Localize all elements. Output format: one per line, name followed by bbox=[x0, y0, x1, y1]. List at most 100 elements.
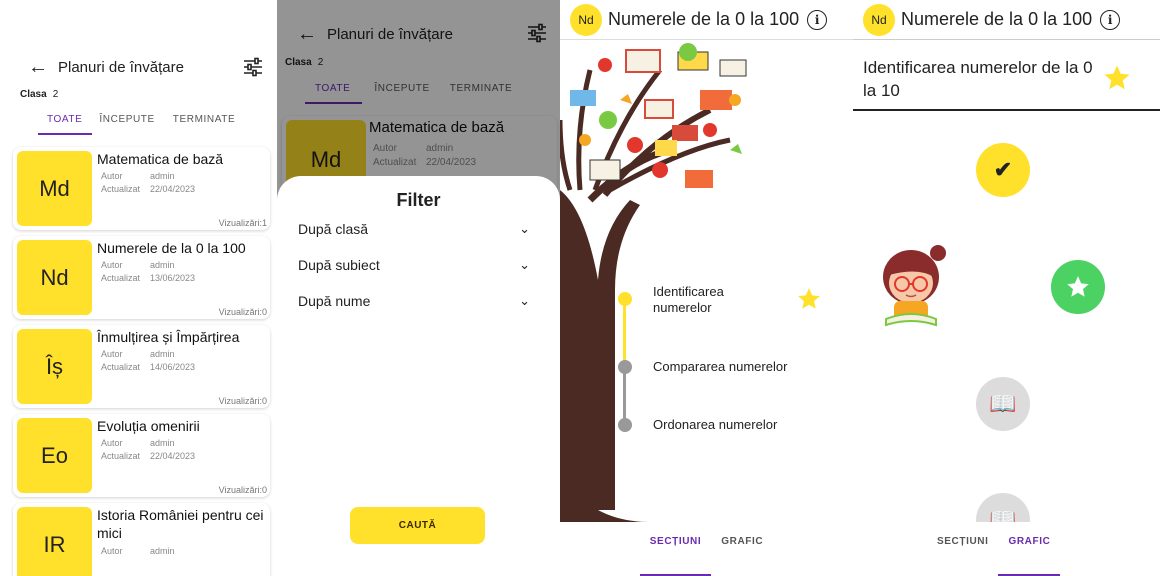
plan-card[interactable]: IR Istoria României pentru cei mici Auto… bbox=[13, 503, 270, 576]
section-dot-active bbox=[618, 292, 632, 306]
completed-node[interactable]: ✔ bbox=[976, 143, 1030, 197]
updated-value: 14/06/2023 bbox=[150, 362, 196, 372]
author-label: Autor bbox=[101, 260, 123, 270]
tab-toate[interactable]: TOATE bbox=[38, 114, 93, 135]
filter-by-class[interactable]: După clasă ⌄ bbox=[298, 221, 530, 237]
plan-updated: Actualizat 14/06/2023 bbox=[101, 362, 195, 372]
plan-thumbnail: Nd bbox=[17, 240, 92, 315]
chevron-down-icon: ⌄ bbox=[519, 221, 530, 236]
author-value: admin bbox=[150, 546, 175, 556]
plan-thumbnail: IR bbox=[17, 507, 92, 576]
plan-updated: Actualizat 13/06/2023 bbox=[101, 273, 195, 283]
plan-title: Înmulțirea și Împărțirea bbox=[97, 329, 240, 345]
plan-title: Numerele de la 0 la 100 bbox=[97, 240, 246, 256]
tab-grafic[interactable]: GRAFIC bbox=[998, 522, 1061, 576]
plan-updated: Actualizat 22/04/2023 bbox=[101, 451, 195, 461]
plan-title: Numerele de la 0 la 100 bbox=[608, 9, 800, 29]
tree-illustration bbox=[560, 40, 853, 522]
plan-author: Autor admin bbox=[101, 349, 175, 359]
book-icon: 📖 bbox=[989, 391, 1017, 416]
filter-by-name[interactable]: După nume ⌄ bbox=[298, 293, 530, 309]
filter-label: După subiect bbox=[298, 257, 380, 273]
updated-label: Actualizat bbox=[101, 184, 141, 194]
author-label: Autor bbox=[101, 438, 123, 448]
plan-card[interactable]: Eo Evoluția omenirii Autor admin Actualiz… bbox=[13, 414, 270, 497]
plan-author: Autor admin bbox=[101, 171, 175, 181]
search-button[interactable]: CAUTĂ bbox=[350, 507, 485, 544]
info-icon[interactable]: i bbox=[1100, 9, 1121, 30]
plan-title: Evoluția omenirii bbox=[97, 418, 200, 434]
class-indicator: Clasa 2 bbox=[20, 89, 58, 100]
section-dot bbox=[618, 418, 632, 432]
plan-tabs: TOATE ÎNCEPUTE TERMINATE bbox=[38, 114, 235, 135]
tab-sectiuni[interactable]: SECȚIUNI bbox=[927, 522, 998, 576]
updated-label: Actualizat bbox=[101, 273, 141, 283]
info-icon[interactable]: i bbox=[807, 9, 828, 30]
back-arrow-icon[interactable]: ← bbox=[28, 57, 48, 77]
bottom-tabs: SECȚIUNI GRAFIC bbox=[560, 522, 853, 576]
author-value: admin bbox=[150, 349, 175, 359]
section-item-ordonarea[interactable]: Ordonarea numerelor bbox=[653, 417, 777, 433]
filter-bottom-sheet: Filter După clasă ⌄ După subiect ⌄ După … bbox=[277, 176, 560, 576]
plan-badge: Nd bbox=[863, 3, 895, 36]
app-header: Nd Numerele de la 0 la 100 i bbox=[853, 0, 1160, 40]
sections-screen: Nd Numerele de la 0 la 100 i Identificar… bbox=[560, 0, 853, 576]
plan-thumbnail: Md bbox=[17, 151, 92, 226]
timeline-progress bbox=[623, 298, 626, 368]
updated-value: 13/06/2023 bbox=[150, 273, 196, 283]
plan-thumbnail: Îș bbox=[17, 329, 92, 404]
author-value: admin bbox=[150, 438, 175, 448]
filter-label: După clasă bbox=[298, 221, 369, 237]
plan-title: Istoria României pentru cei mici bbox=[97, 507, 264, 541]
plan-title: Numerele de la 0 la 100 bbox=[901, 9, 1093, 29]
filter-label: După nume bbox=[298, 293, 371, 309]
app-header: Nd Numerele de la 0 la 100 i bbox=[560, 0, 853, 40]
current-node[interactable] bbox=[1051, 260, 1105, 314]
filter-by-subject[interactable]: După subiect ⌄ bbox=[298, 257, 530, 273]
graph-screen: Nd Numerele de la 0 la 100 i Identificar… bbox=[853, 0, 1160, 576]
plan-views: Vizualizări:1 bbox=[218, 218, 267, 228]
plan-updated: Actualizat 22/04/2023 bbox=[101, 184, 195, 194]
plan-author: Autor admin bbox=[101, 438, 175, 448]
check-icon: ✔ bbox=[993, 157, 1013, 182]
book-tree-illustration bbox=[560, 43, 747, 522]
tab-terminate[interactable]: TERMINATE bbox=[173, 114, 235, 135]
author-label: Autor bbox=[101, 349, 123, 359]
plan-card[interactable]: Md Matematica de bază Autor admin Actuali… bbox=[13, 147, 270, 230]
author-label: Autor bbox=[101, 171, 123, 181]
tab-incepute[interactable]: ÎNCEPUTE bbox=[99, 114, 154, 135]
author-value: admin bbox=[150, 260, 175, 270]
tab-grafic[interactable]: GRAFIC bbox=[711, 522, 773, 576]
plan-author: Autor admin bbox=[101, 546, 175, 556]
author-value: admin bbox=[150, 171, 175, 181]
tab-sectiuni[interactable]: SECȚIUNI bbox=[639, 522, 712, 576]
class-label: Clasa bbox=[20, 89, 47, 100]
lesson-node[interactable]: 📖 bbox=[976, 377, 1030, 431]
page-title: Planuri de învățare bbox=[58, 58, 184, 76]
class-value: 2 bbox=[52, 89, 59, 100]
plan-author: Autor admin bbox=[101, 260, 175, 270]
chevron-down-icon: ⌄ bbox=[519, 257, 530, 272]
plan-card[interactable]: Nd Numerele de la 0 la 100 Autor admin Ac… bbox=[13, 236, 270, 319]
top-bar: ← Planuri de învățare bbox=[0, 57, 277, 77]
plan-title: Matematica de bază bbox=[97, 151, 224, 167]
lesson-header: Identificarea numerelor de la 0 la 10 bbox=[853, 41, 1160, 111]
plan-views: Vizualizări:0 bbox=[218, 307, 267, 317]
filter-sliders-icon[interactable] bbox=[243, 57, 263, 77]
lesson-title: Identificarea numerelor de la 0 la 10 bbox=[863, 58, 1093, 100]
plan-card[interactable]: Îș Înmulțirea și Împărțirea Autor admin A… bbox=[13, 325, 270, 408]
chevron-down-icon: ⌄ bbox=[519, 293, 530, 308]
section-dot bbox=[618, 360, 632, 374]
author-label: Autor bbox=[101, 546, 123, 556]
updated-value: 22/04/2023 bbox=[150, 184, 196, 194]
girl-reading-mascot bbox=[883, 245, 946, 327]
star-icon bbox=[1104, 65, 1130, 90]
updated-label: Actualizat bbox=[101, 451, 141, 461]
plan-views: Vizualizări:0 bbox=[218, 485, 267, 495]
section-item-identificarea[interactable]: Identificarea numerelor bbox=[653, 284, 763, 316]
filter-screen: ← Planuri de învățare Clasa 2 TOATE ÎNCEP… bbox=[277, 0, 560, 576]
section-item-compararea[interactable]: Compararea numerelor bbox=[653, 359, 787, 375]
bottom-tabs: SECȚIUNI GRAFIC bbox=[853, 522, 1160, 576]
star-icon bbox=[798, 288, 820, 309]
sheet-title: Filter bbox=[396, 190, 441, 210]
